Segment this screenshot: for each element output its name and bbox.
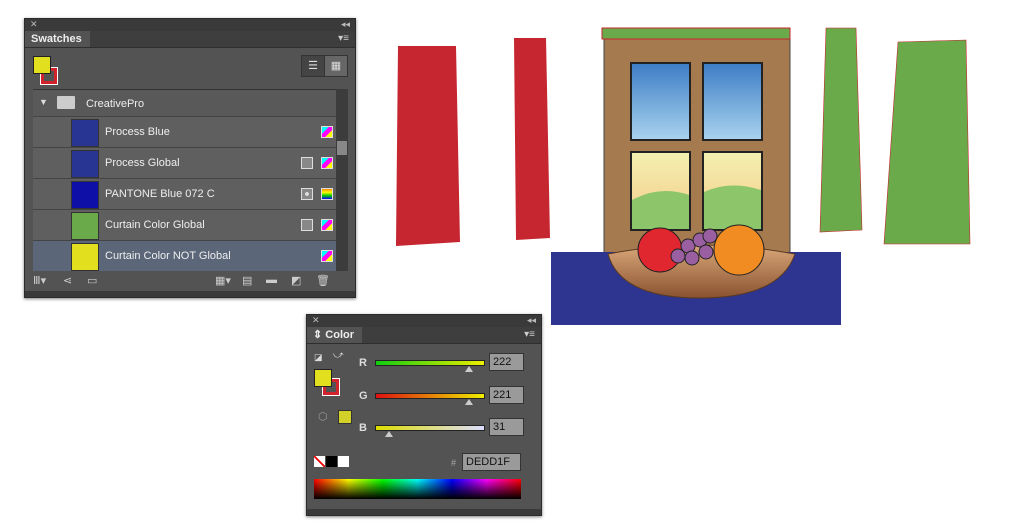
window-pane (630, 62, 691, 141)
window-top-strip[interactable] (601, 27, 791, 40)
red-curtain-right[interactable] (514, 38, 550, 240)
orange[interactable] (713, 224, 765, 276)
red-curtain-left[interactable] (396, 46, 460, 246)
green-curtain-left[interactable] (819, 27, 863, 233)
green-curtain-right[interactable] (883, 39, 971, 245)
window-pane (702, 62, 763, 141)
artwork-canvas (396, 27, 971, 325)
